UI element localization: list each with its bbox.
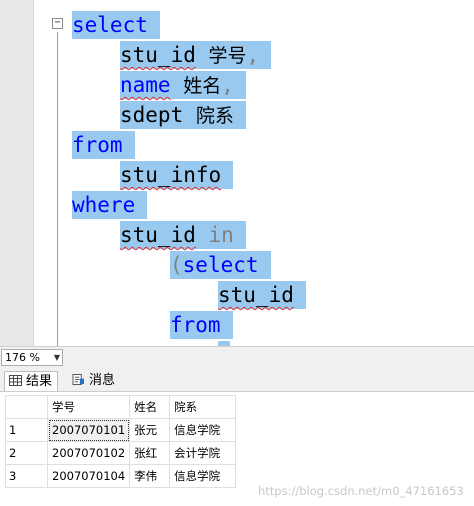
tab-messages-label: 消息 [89, 373, 116, 388]
tab-results[interactable]: 结果 [4, 371, 59, 391]
code-token: 院系 [195, 105, 234, 127]
code-line[interactable]: from [170, 311, 233, 339]
code-token: where [72, 193, 136, 217]
code-token: stu_id [120, 43, 196, 67]
code-line[interactable]: sdept 院系 [120, 101, 246, 129]
fold-guide-line [57, 32, 58, 346]
chevron-down-icon[interactable]: ▼ [54, 350, 60, 365]
column-header-dept[interactable]: 院系 [169, 395, 237, 419]
code-line[interactable]: where [72, 191, 148, 219]
code-token: sdept [120, 103, 184, 127]
code-line[interactable]: stu_id 学号, [120, 41, 272, 69]
collapse-toggle-icon[interactable]: − [52, 18, 63, 29]
editor-gutter [0, 0, 34, 346]
zoom-bar: 176 % ▼ [0, 346, 474, 368]
zoom-level-select[interactable]: 176 % ▼ [1, 349, 63, 366]
code-token: , [221, 73, 234, 97]
row-number[interactable]: 3 [5, 464, 48, 488]
code-token: from [170, 313, 221, 337]
table-row[interactable]: 2 2007070102 张红 会计学院 [5, 441, 237, 465]
code-token: select [182, 253, 259, 277]
zoom-level-value: 176 % [5, 351, 40, 364]
ssms-query-window: − select stu_id 学号, name 姓名, sdept 院系 from st… [0, 0, 474, 506]
code-token: from [72, 133, 123, 157]
table-cell[interactable]: 会计学院 [169, 441, 237, 465]
message-icon [72, 374, 84, 385]
table-cell[interactable]: 李伟 [129, 464, 171, 488]
column-header-id[interactable]: 学号 [46, 395, 131, 419]
code-line[interactable]: select [72, 11, 160, 39]
table-cell[interactable]: 张元 [129, 418, 171, 442]
code-line[interactable]: stu_id [218, 281, 306, 309]
code-token: ( [170, 253, 183, 277]
sql-editor[interactable]: − select stu_id 学号, name 姓名, sdept 院系 from st… [0, 0, 474, 346]
code-token: 姓名 [183, 75, 222, 97]
code-line[interactable]: name 姓名, [120, 71, 246, 99]
code-token: 学号 [208, 45, 247, 67]
code-token: stu_info [120, 163, 222, 187]
editor-margin [34, 0, 48, 346]
grid-icon [9, 375, 22, 386]
code-line[interactable]: stu_info [120, 161, 234, 189]
code-token: name [120, 73, 171, 97]
code-line[interactable]: from [72, 131, 135, 159]
horizontal-scrollbar[interactable] [66, 352, 470, 363]
table-cell[interactable]: 2007070101 [46, 418, 131, 442]
watermark-text: https://blog.csdn.net/m0_47161653 [258, 484, 464, 498]
code-token: stu_id [218, 283, 294, 307]
column-header-name[interactable]: 姓名 [129, 395, 171, 419]
code-line[interactable]: stu_id in [120, 221, 246, 249]
table-cell[interactable]: 张红 [129, 441, 171, 465]
results-grid-pane: 学号 姓名 院系 1 2007070101 张元 信息学院 2 20070701… [0, 392, 474, 506]
code-line[interactable]: (select [170, 251, 271, 279]
table-row[interactable]: 3 2007070104 李伟 信息学院 [5, 464, 237, 488]
results-table[interactable]: 学号 姓名 院系 1 2007070101 张元 信息学院 2 20070701… [5, 395, 237, 488]
tab-messages[interactable]: 消息 [68, 371, 120, 391]
tab-results-label: 结果 [26, 374, 53, 389]
row-number-header[interactable] [5, 395, 48, 419]
row-number[interactable]: 1 [5, 418, 48, 442]
table-cell[interactable]: 2007070104 [46, 464, 131, 488]
table-header-row: 学号 姓名 院系 [5, 395, 237, 419]
row-number[interactable]: 2 [5, 441, 48, 465]
table-cell[interactable]: 信息学院 [169, 464, 237, 488]
code-token: select [72, 13, 148, 37]
code-token: in [208, 223, 234, 247]
results-tab-strip: 结果 消息 [0, 368, 474, 392]
table-cell[interactable]: 信息学院 [169, 418, 237, 442]
code-token: , [246, 43, 260, 67]
code-token: stu_id [120, 223, 196, 247]
table-row[interactable]: 1 2007070101 张元 信息学院 [5, 418, 237, 442]
table-cell[interactable]: 2007070102 [46, 441, 131, 465]
